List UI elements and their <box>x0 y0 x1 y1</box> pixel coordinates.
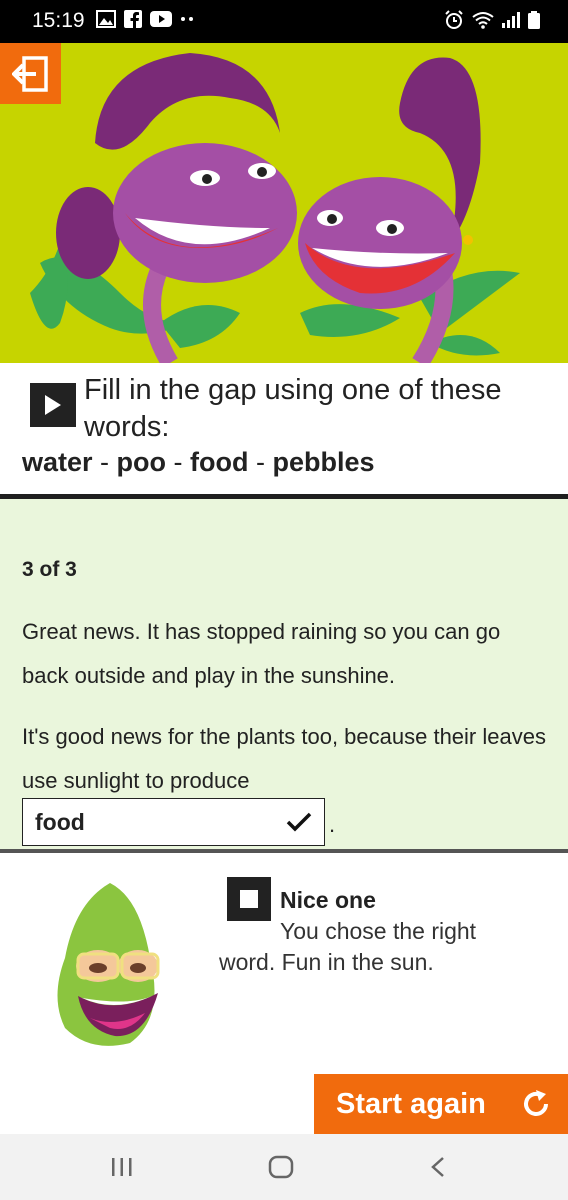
question-paragraph-2: It's good news for the plants too, becau… <box>22 724 546 793</box>
feedback-body: You chose the right word. Fun in the sun… <box>219 918 477 975</box>
pear-character-illustration <box>57 883 160 1046</box>
carnivorous-plants-illustration <box>0 43 568 363</box>
play-audio-button[interactable] <box>30 383 76 427</box>
battery-icon <box>528 11 540 29</box>
home-icon[interactable] <box>268 1155 294 1179</box>
feedback-title: Nice one <box>280 887 376 913</box>
wifi-icon <box>472 12 494 29</box>
word-separator: - <box>248 447 273 477</box>
word-option: water <box>22 447 93 477</box>
back-button[interactable] <box>0 43 61 104</box>
start-again-button[interactable]: Start again <box>314 1074 568 1134</box>
word-list: water - poo - food - pebbles <box>22 447 375 478</box>
status-time: 15:19 <box>32 9 85 32</box>
more-dots-icon <box>181 17 193 21</box>
word-separator: - <box>92 447 117 477</box>
exit-arrow-icon <box>11 55 48 92</box>
question-paragraph-1: Great news. It has stopped raining so yo… <box>22 619 501 688</box>
question-progress: 3 of 3 <box>22 558 77 581</box>
hero-illustration <box>0 43 568 363</box>
stop-audio-button[interactable] <box>227 877 271 921</box>
sentence-period: . <box>329 812 336 837</box>
stop-icon <box>240 890 258 908</box>
answer-select[interactable]: food <box>22 798 325 846</box>
instruction-text: Fill in the gap using one of these words… <box>84 374 502 443</box>
play-icon <box>45 395 61 415</box>
signal-icon <box>502 12 520 28</box>
word-option: food <box>190 447 249 477</box>
recent-apps-icon[interactable] <box>110 1157 134 1177</box>
start-again-label: Start again <box>336 1087 486 1120</box>
word-separator: - <box>166 447 191 477</box>
alarm-icon <box>445 10 463 29</box>
word-option: pebbles <box>272 447 375 477</box>
facebook-icon <box>124 10 142 28</box>
answer-value: food <box>35 808 85 835</box>
youtube-icon <box>150 11 172 27</box>
checkmark-icon <box>286 812 312 832</box>
restart-icon <box>524 1090 548 1116</box>
word-option: poo <box>116 447 167 477</box>
image-icon <box>96 10 116 28</box>
system-nav-bar <box>0 1134 568 1200</box>
back-nav-icon[interactable] <box>430 1156 446 1178</box>
status-bar: 15:19 <box>0 0 568 43</box>
